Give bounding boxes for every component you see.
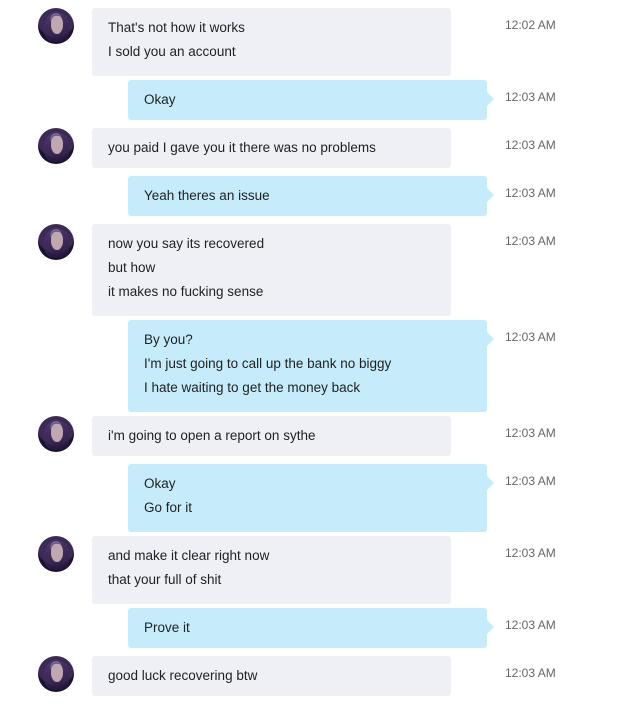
user-avatar-icon[interactable] bbox=[38, 536, 74, 572]
message-timestamp: 12:03 AM bbox=[505, 426, 556, 440]
message-timestamp: 12:03 AM bbox=[505, 330, 556, 344]
user-avatar-icon[interactable] bbox=[38, 416, 74, 452]
outgoing-message-bubble[interactable]: By you? I'm just going to call up the ban… bbox=[128, 320, 494, 412]
message-timestamp: 12:03 AM bbox=[505, 234, 556, 248]
outgoing-message-bubble[interactable]: Yeah theres an issue bbox=[128, 176, 494, 216]
message-timestamp: 12:03 AM bbox=[505, 90, 556, 104]
message-text: but how bbox=[108, 260, 156, 275]
message-text: i'm going to open a report on sythe bbox=[108, 428, 316, 443]
message-text: By you? bbox=[144, 332, 193, 347]
incoming-message-bubble[interactable]: That's not how it works I sold you an acc… bbox=[92, 8, 451, 76]
incoming-message-bubble[interactable]: good luck recovering btw bbox=[92, 656, 451, 696]
message-text: That's not how it works bbox=[108, 20, 245, 35]
message-timestamp: 12:02 AM bbox=[505, 18, 556, 32]
message-timestamp: 12:03 AM bbox=[505, 138, 556, 152]
message-text: Go for it bbox=[144, 500, 193, 515]
avatar-face bbox=[51, 424, 63, 442]
user-avatar-icon[interactable] bbox=[38, 8, 74, 44]
message-timestamp: 12:03 AM bbox=[505, 546, 556, 560]
message-text: now you say its recovered bbox=[108, 236, 265, 251]
outgoing-message-bubble[interactable]: Okay Go for it bbox=[128, 464, 494, 532]
outgoing-message-bubble[interactable]: Prove it bbox=[128, 608, 494, 648]
message-timestamp: 12:03 AM bbox=[505, 618, 556, 632]
outgoing-message-bubble[interactable]: Okay bbox=[128, 80, 494, 120]
message-text: Yeah theres an issue bbox=[144, 188, 270, 203]
incoming-message-bubble[interactable]: and make it clear right now that your ful… bbox=[92, 536, 451, 604]
incoming-message-bubble[interactable]: you paid I gave you it there was no prob… bbox=[92, 128, 451, 168]
avatar-face bbox=[51, 136, 63, 154]
message-timestamp: 12:03 AM bbox=[505, 474, 556, 488]
avatar-face bbox=[51, 664, 63, 682]
message-text: Prove it bbox=[144, 620, 190, 635]
message-text: I'm just going to call up the bank no bi… bbox=[144, 356, 392, 371]
avatar-face bbox=[51, 544, 63, 562]
message-text: you paid I gave you it there was no prob… bbox=[108, 140, 376, 155]
message-timestamp: 12:03 AM bbox=[505, 666, 556, 680]
message-text: I hate waiting to get the money back bbox=[144, 380, 361, 395]
message-text: that your full of shit bbox=[108, 572, 222, 587]
avatar-face bbox=[51, 232, 63, 250]
message-text: and make it clear right now bbox=[108, 548, 270, 563]
user-avatar-icon[interactable] bbox=[38, 224, 74, 260]
message-text: good luck recovering btw bbox=[108, 668, 258, 683]
user-avatar-icon[interactable] bbox=[38, 656, 74, 692]
message-timestamp: 12:03 AM bbox=[505, 186, 556, 200]
message-text: Okay bbox=[144, 476, 176, 491]
message-text: it makes no fucking sense bbox=[108, 284, 264, 299]
incoming-message-bubble[interactable]: now you say its recovered but how it makes… bbox=[92, 224, 451, 316]
chat-conversation: That's not how it works I sold you an acc… bbox=[0, 0, 618, 724]
avatar-face bbox=[51, 16, 63, 34]
user-avatar-icon[interactable] bbox=[38, 128, 74, 164]
message-text: I sold you an account bbox=[108, 44, 236, 59]
incoming-message-bubble[interactable]: i'm going to open a report on sythe bbox=[92, 416, 451, 456]
message-text: Okay bbox=[144, 92, 176, 107]
